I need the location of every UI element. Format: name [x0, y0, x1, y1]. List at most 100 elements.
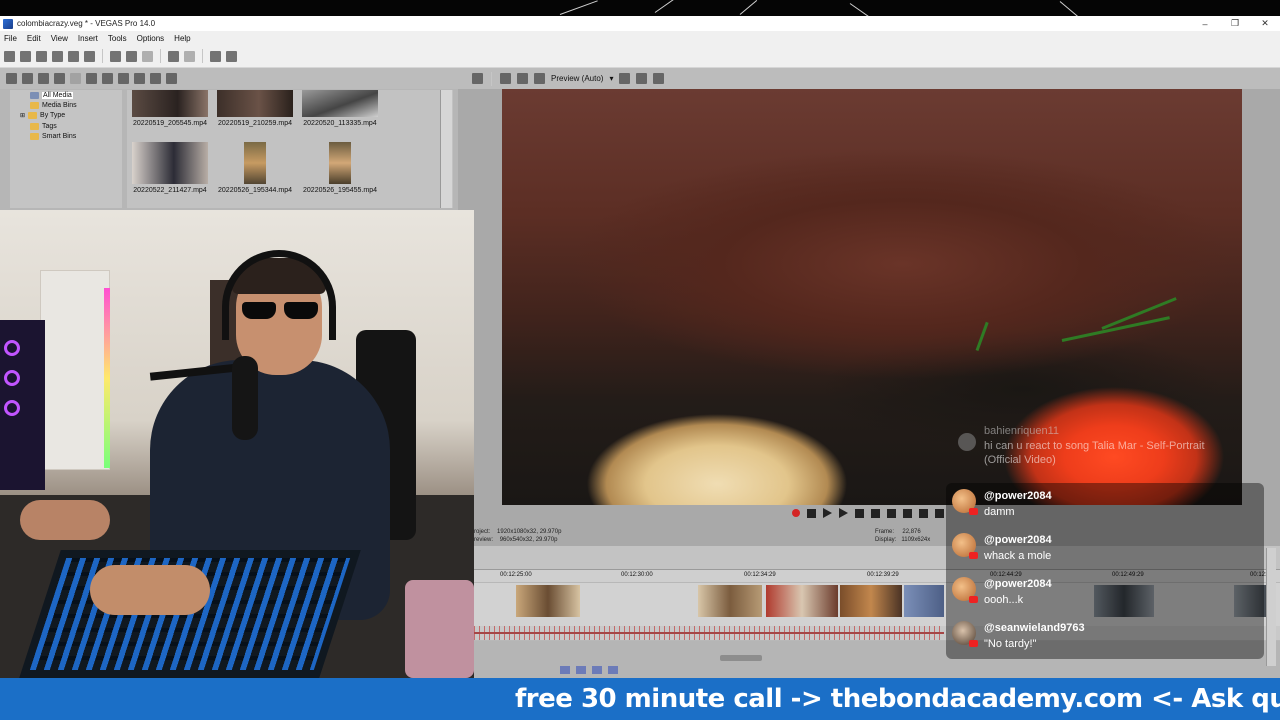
save-icon[interactable] — [36, 50, 47, 62]
toolbar-divider — [202, 49, 203, 63]
delete-icon[interactable] — [70, 73, 81, 84]
tree-item-media-bins[interactable]: Media Bins — [30, 102, 77, 109]
copy-icon[interactable] — [126, 50, 137, 62]
media-file-thumb[interactable]: 20220526_195455.mp4 — [300, 142, 380, 194]
new-project-icon[interactable] — [4, 50, 15, 62]
audio-waveform — [474, 626, 944, 640]
remove-icon[interactable] — [54, 73, 65, 84]
next-frame-icon[interactable] — [935, 508, 944, 518]
video-clip[interactable] — [698, 585, 762, 617]
youtube-badge-icon — [969, 552, 978, 559]
timeline-tool-buttons — [560, 666, 618, 674]
tree-item-tags[interactable]: Tags — [30, 123, 57, 130]
pause-icon[interactable] — [855, 508, 864, 518]
chat-message: @power2084 oooh...k — [952, 573, 1252, 613]
menu-insert[interactable]: Insert — [78, 34, 98, 43]
chevron-down-icon[interactable]: ▾ — [609, 74, 613, 83]
preview-quality-select[interactable]: Preview (Auto) — [551, 74, 603, 83]
stop-icon[interactable] — [871, 508, 880, 518]
menu-file[interactable]: File — [4, 34, 17, 43]
video-fx-icon[interactable] — [472, 73, 483, 84]
selection-tool-icon[interactable] — [592, 666, 602, 674]
media-toolbar — [0, 68, 458, 89]
media-file-thumb[interactable]: 20220519_205545.mp4 — [130, 90, 210, 127]
banner-text: free 30 minute call -> thebondacademy.co… — [515, 684, 1280, 714]
previous-frame-icon[interactable] — [919, 508, 928, 518]
save-as-icon[interactable] — [52, 50, 63, 62]
tree-item-all-media[interactable]: All Media — [30, 92, 73, 99]
help-icon[interactable] — [226, 50, 237, 62]
plugin-icon[interactable] — [210, 50, 221, 62]
media-fx-icon[interactable] — [86, 73, 97, 84]
media-file-thumb[interactable]: 20220520_113335.mp4 — [300, 90, 380, 127]
record-icon[interactable] — [792, 509, 800, 517]
get-media-icon[interactable] — [38, 73, 49, 84]
play-icon[interactable] — [118, 73, 129, 84]
loop-icon[interactable] — [807, 508, 816, 518]
go-to-start-icon[interactable] — [887, 508, 896, 518]
open-icon[interactable] — [20, 50, 31, 62]
paste-icon[interactable] — [142, 50, 153, 62]
close-button[interactable]: ✕ — [1250, 18, 1280, 29]
preview-info-left: roject: 1920x1080x32, 29.970p review: 96… — [474, 529, 562, 543]
redo-icon[interactable] — [184, 50, 195, 62]
play-from-start-icon[interactable] — [823, 508, 832, 518]
youtube-badge-icon — [969, 508, 978, 515]
video-clip[interactable] — [516, 585, 580, 617]
maximize-button[interactable]: ❐ — [1220, 18, 1250, 29]
thumbnail-image — [329, 142, 351, 184]
external-monitor-icon[interactable] — [500, 73, 511, 84]
save-snapshot-icon[interactable] — [653, 73, 665, 84]
folder-icon — [28, 112, 38, 119]
import-media-icon[interactable] — [6, 73, 17, 84]
capture-icon[interactable] — [22, 73, 33, 84]
play-icon[interactable] — [839, 508, 848, 518]
auto-preview-icon[interactable] — [102, 73, 113, 84]
timeline-vertical-scrollbar[interactable] — [1266, 548, 1276, 666]
minimize-button[interactable]: – — [1190, 19, 1220, 29]
youtube-badge-icon — [969, 640, 978, 647]
media-file-thumb[interactable]: 20220526_195344.mp4 — [215, 142, 295, 194]
chat-message: @power2084 whack a mole — [952, 529, 1252, 569]
media-file-thumb[interactable]: 20220522_211427.mp4 — [130, 142, 210, 194]
split-trim-icon[interactable] — [608, 666, 618, 674]
menu-bar: File Edit View Insert Tools Options Help — [0, 31, 1280, 45]
media-file-thumb[interactable]: 20220519_210259.mp4 — [215, 90, 295, 127]
go-to-end-icon[interactable] — [903, 508, 912, 518]
envelope-tool-icon[interactable] — [576, 666, 586, 674]
grid-icon[interactable] — [619, 73, 631, 84]
folder-icon — [30, 92, 39, 99]
menu-tools[interactable]: Tools — [108, 34, 127, 43]
menu-help[interactable]: Help — [174, 34, 190, 43]
copy-snapshot-icon[interactable] — [636, 73, 648, 84]
video-clip[interactable] — [840, 585, 902, 617]
thumbnail-image — [217, 90, 293, 117]
properties-icon[interactable] — [84, 50, 95, 62]
expand-icon[interactable]: ⊞ — [20, 112, 25, 119]
timeline-horizontal-scrollbar[interactable] — [720, 655, 762, 661]
menu-edit[interactable]: Edit — [27, 34, 41, 43]
chat-avatar — [952, 533, 978, 559]
tree-item-smart-bins[interactable]: Smart Bins — [30, 133, 76, 140]
views-icon[interactable] — [150, 73, 161, 84]
normal-edit-tool-icon[interactable] — [560, 666, 570, 674]
tree-item-by-type[interactable]: ⊞ By Type — [20, 112, 65, 119]
chat-avatar — [952, 489, 978, 515]
webcam-overlay — [0, 210, 474, 678]
render-icon[interactable] — [68, 50, 79, 62]
media-scrollbar[interactable] — [440, 90, 452, 208]
search-icon[interactable] — [166, 73, 177, 84]
split-screen-icon[interactable] — [517, 73, 528, 84]
video-clip[interactable] — [766, 585, 838, 617]
menu-options[interactable]: Options — [137, 34, 165, 43]
cut-icon[interactable] — [110, 50, 121, 62]
overlays-icon[interactable] — [534, 73, 545, 84]
drink-glass — [405, 580, 474, 678]
thumbnail-image — [302, 90, 378, 117]
undo-icon[interactable] — [168, 50, 179, 62]
chat-avatar — [952, 621, 978, 647]
video-clip[interactable] — [904, 585, 944, 617]
project-media-panel: All Media Media Bins ⊞ By Type Tags Smar… — [0, 68, 458, 210]
menu-view[interactable]: View — [51, 34, 68, 43]
stop-icon[interactable] — [134, 73, 145, 84]
